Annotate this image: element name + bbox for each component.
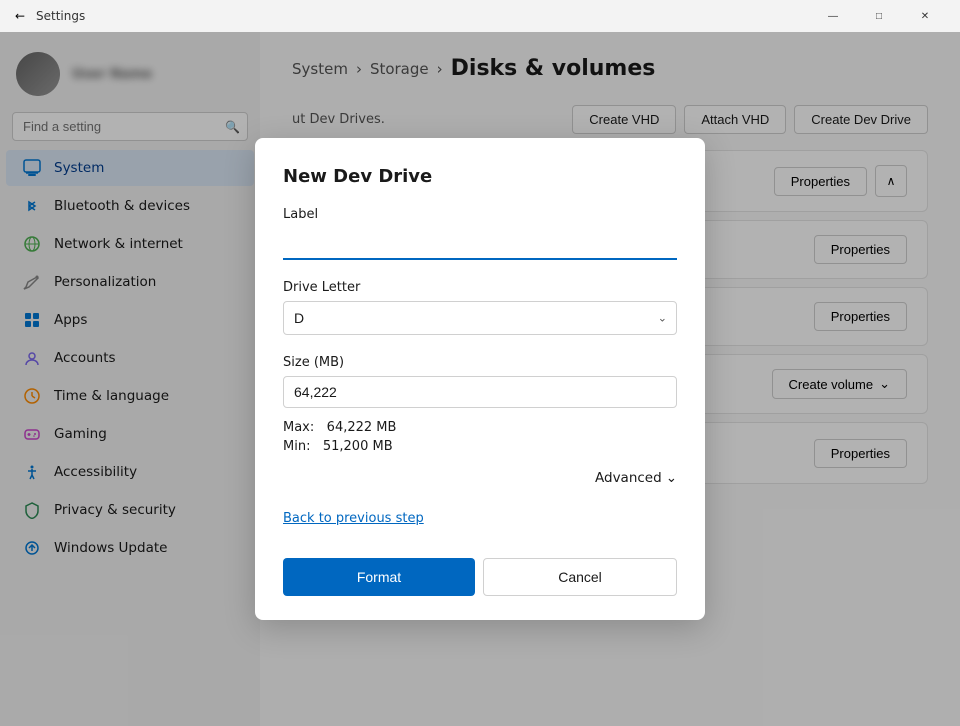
label-field-label: Label xyxy=(283,207,677,222)
drive-letter-select[interactable]: C D E F G xyxy=(283,301,677,335)
min-value: 51,200 MB xyxy=(323,439,393,454)
max-label: Max: xyxy=(283,420,314,435)
cancel-button[interactable]: Cancel xyxy=(483,558,677,596)
drive-letter-wrapper: C D E F G ⌄ xyxy=(283,301,677,335)
advanced-row[interactable]: Advanced ⌄ xyxy=(283,470,677,486)
drive-letter-label: Drive Letter xyxy=(283,280,677,295)
maximize-button[interactable]: □ xyxy=(856,0,902,32)
min-label: Min: xyxy=(283,439,310,454)
new-dev-drive-dialog: New Dev Drive Label Drive Letter C D E F… xyxy=(255,138,705,620)
window-controls: — □ ✕ xyxy=(810,0,948,32)
app-title: Settings xyxy=(36,9,85,23)
size-field-label: Size (MB) xyxy=(283,355,677,370)
back-link[interactable]: Back to previous step xyxy=(283,510,677,550)
advanced-label: Advanced xyxy=(595,470,662,486)
dialog-footer: Format Cancel xyxy=(283,558,677,596)
max-size-info: Max: 64,222 MB xyxy=(283,420,677,435)
modal-overlay: New Dev Drive Label Drive Letter C D E F… xyxy=(0,32,960,726)
size-input[interactable] xyxy=(283,376,677,408)
advanced-chevron-icon: ⌄ xyxy=(666,470,677,486)
max-value: 64,222 MB xyxy=(327,420,397,435)
back-link-text: Back to previous step xyxy=(283,511,424,526)
label-input[interactable] xyxy=(283,228,677,260)
format-button[interactable]: Format xyxy=(283,558,475,596)
minimize-button[interactable]: — xyxy=(810,0,856,32)
min-size-info: Min: 51,200 MB xyxy=(283,439,677,454)
close-button[interactable]: ✕ xyxy=(902,0,948,32)
dialog-title: New Dev Drive xyxy=(283,166,677,187)
back-button[interactable]: ← xyxy=(12,8,28,24)
title-bar: ← Settings — □ ✕ xyxy=(0,0,960,32)
